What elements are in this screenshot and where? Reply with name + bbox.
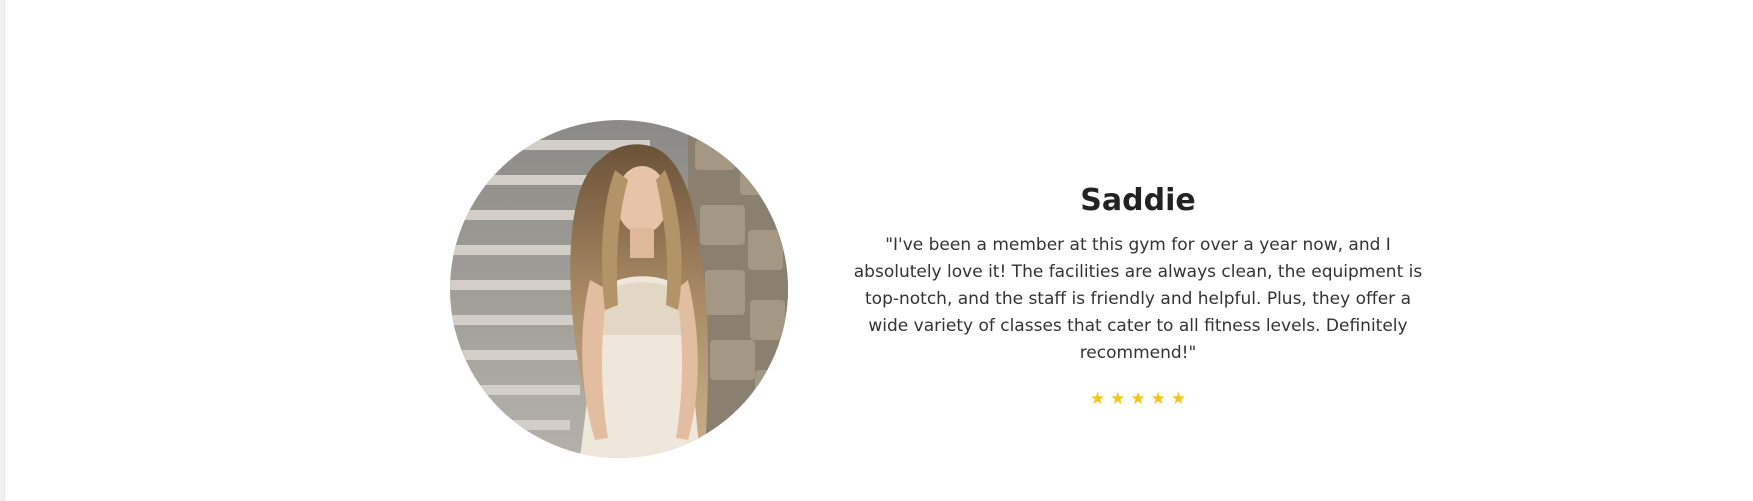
page-left-border bbox=[0, 0, 5, 501]
star-icon: ★ bbox=[1110, 389, 1126, 408]
testimonial-avatar bbox=[450, 120, 788, 458]
star-icon: ★ bbox=[1089, 389, 1106, 408]
rating-stars: ★ ★ ★ ★ ★ bbox=[845, 389, 1431, 409]
star-icon: ★ bbox=[1130, 389, 1146, 408]
testimonial-content: Saddie "I've been a member at this gym f… bbox=[845, 178, 1431, 409]
avatar-photo-icon bbox=[450, 120, 788, 458]
star-icon: ★ bbox=[1170, 389, 1187, 408]
star-icon: ★ bbox=[1150, 389, 1166, 408]
testimonial-name: Saddie bbox=[1080, 183, 1196, 218]
testimonial-quote: "I've been a member at this gym for over… bbox=[853, 235, 1423, 363]
